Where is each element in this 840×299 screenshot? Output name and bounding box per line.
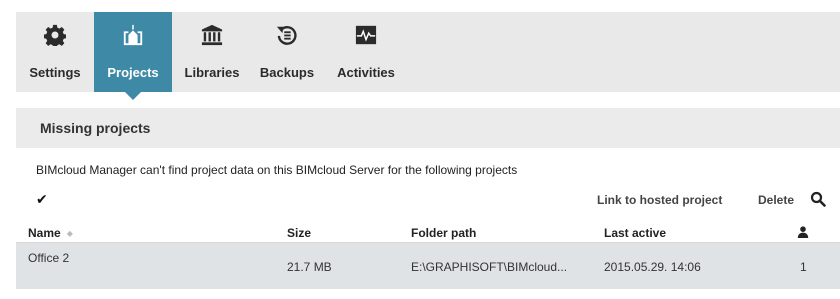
user-icon[interactable] xyxy=(797,226,809,238)
backup-icon xyxy=(276,26,297,45)
delete-button[interactable]: Delete xyxy=(758,193,794,207)
gear-icon xyxy=(44,24,66,46)
tab-libraries-label: Libraries xyxy=(184,65,240,80)
column-header-name-label: Name xyxy=(28,226,61,240)
cell-project-name: Office 2 xyxy=(28,251,70,265)
column-header-folder-path[interactable]: Folder path xyxy=(411,226,476,240)
tab-backups[interactable]: Backups xyxy=(248,12,326,92)
link-to-hosted-project-button[interactable]: Link to hosted project xyxy=(597,193,722,207)
table-header: Name ◆ Size Folder path Last active xyxy=(16,222,840,243)
activity-icon xyxy=(355,25,377,45)
active-tab-caret xyxy=(125,92,141,100)
action-bar: ✔ Link to hosted project Delete xyxy=(16,191,840,211)
column-header-last-active[interactable]: Last active xyxy=(604,226,666,240)
tab-settings[interactable]: Settings xyxy=(16,12,94,92)
projects-icon xyxy=(123,24,143,46)
tab-backups-label: Backups xyxy=(259,65,315,80)
tab-settings-label: Settings xyxy=(29,65,81,80)
library-icon xyxy=(201,24,223,46)
tab-activities-label: Activities xyxy=(337,65,395,80)
sort-icon: ◆ xyxy=(66,229,73,238)
table-row[interactable]: Office 2 21.7 MB E:\GRAPHISOFT\BIMcloud.… xyxy=(16,243,840,289)
tab-libraries[interactable]: Libraries xyxy=(176,12,248,92)
cell-size: 21.7 MB xyxy=(287,260,332,274)
cell-last-active: 2015.05.29. 14:06 xyxy=(604,260,701,274)
tab-projects-label: Projects xyxy=(107,65,159,80)
cell-user-count: 1 xyxy=(800,260,807,274)
select-all-checkmark[interactable]: ✔ xyxy=(36,191,48,208)
column-header-name[interactable]: Name ◆ xyxy=(28,226,73,240)
cell-folder-path: E:\GRAPHISOFT\BIMcloud... xyxy=(411,260,568,274)
missing-projects-notice: BIMcloud Manager can't find project data… xyxy=(36,163,518,177)
tab-activities[interactable]: Activities xyxy=(326,12,406,92)
section-header: Missing projects xyxy=(16,108,840,148)
section-title: Missing projects xyxy=(40,120,151,136)
column-header-size[interactable]: Size xyxy=(287,226,311,240)
tab-projects[interactable]: Projects xyxy=(94,12,172,100)
main-toolbar: Settings Projects Libraries Backups Acti… xyxy=(16,12,840,100)
search-icon[interactable] xyxy=(810,191,826,207)
